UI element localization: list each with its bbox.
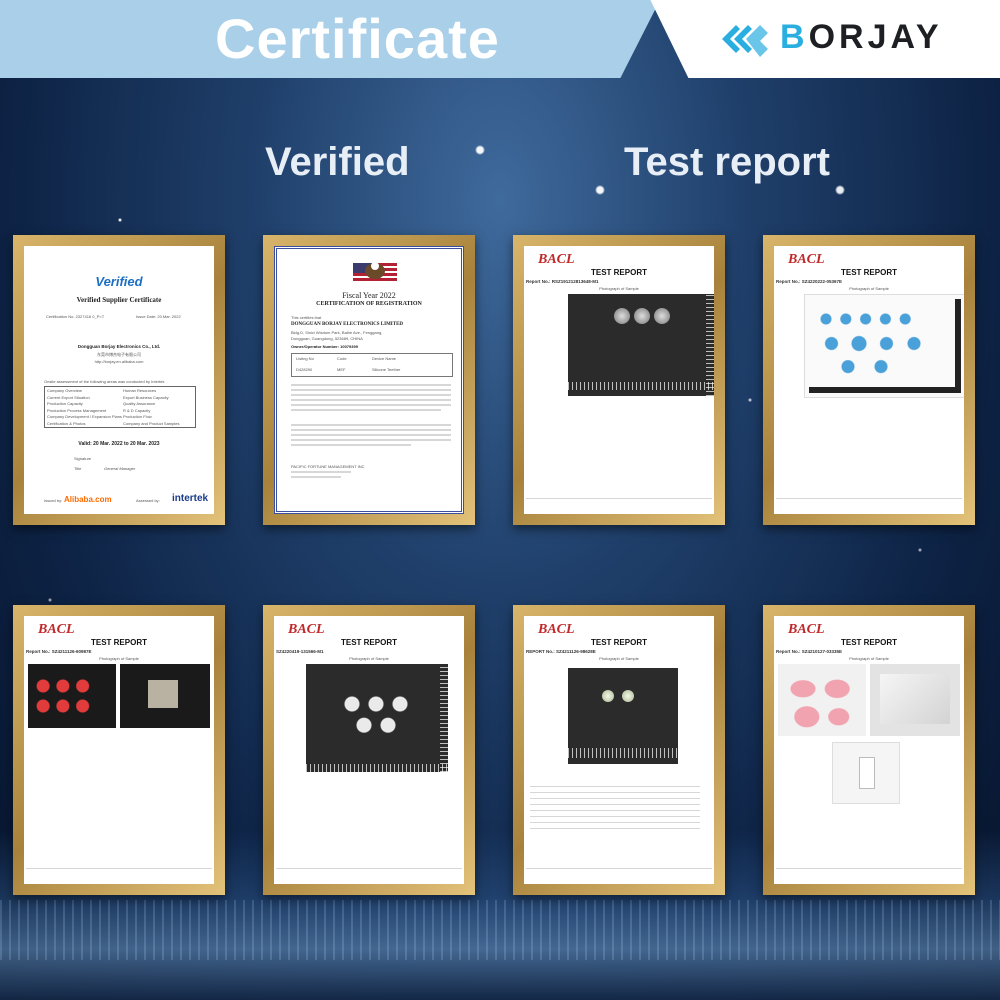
sample-photo [568,668,678,764]
sample-photo [804,294,964,398]
report-title: TEST REPORT [590,638,647,647]
issuer-name: PACIFIC FORTUNE MANAGEMENT INC [291,464,365,469]
areas-right-list: Human Resources Export Business Capacity… [123,388,180,426]
brand-logo: BORJAY [650,0,1000,78]
bacl-logo: BACL [538,252,575,267]
photo-caption: Photograph of Sample [849,656,889,661]
photo-caption: Photograph of Sample [599,286,639,291]
registrant-address-1: Bldg.D, Sinici Wisdom Park, Baihe Ave., … [291,330,383,335]
report-number: Report No.: SZ4210127-03335E [776,649,843,654]
sample-photo-bottom [832,742,900,804]
report-title: TEST REPORT [340,638,397,647]
report-number: Report No.: SZ4220222-05367E [776,279,843,284]
registrant-address-2: Dongguan, Guangdong, 523689, CHINA [291,336,363,341]
report-paper: BACL TEST REPORT Report No.: SZ4220222-0… [774,246,964,514]
areas-left-list: Company Overview Current Export Situatio… [47,388,122,426]
report-title: TEST REPORT [840,638,897,647]
intertek-logo: intertek [172,493,209,504]
section-label-verified: Verified [265,140,410,184]
title-value: General Manager [104,466,136,471]
report-title: TEST REPORT [840,268,897,277]
photo-caption: Photograph of Sample [349,656,389,661]
sample-photo-right [120,664,210,728]
test-report-frame-5: BACL TEST REPORT REPORT No.: SZ4211126-9… [513,605,725,895]
registration-title: CERTIFICATION OF REGISTRATION [316,301,422,307]
report-title: TEST REPORT [90,638,147,647]
certify-text: This certifies that [291,315,322,320]
bacl-logo: BACL [788,252,825,267]
photo-caption: Photograph of Sample [99,656,139,661]
section-label-test-report: Test report [624,140,830,184]
device-table: Listing No Code Device Name D428290 MEF … [291,353,453,377]
owner-number: Owner/Operator Number: 10079399 [291,344,358,349]
fiscal-year: Fiscal Year 2022 [342,291,396,300]
assessment-table: Company Overview Current Export Situatio… [44,386,196,428]
certificate-frame-verified-supplier: Verified Verified Supplier Certificate C… [13,235,225,525]
signature-label: Signature [74,456,92,461]
bacl-logo: BACL [788,622,825,637]
certificate-frame-fda-registration: Fiscal Year 2022 CERTIFICATION OF REGIST… [263,235,475,525]
assessment-note: Onsite assessment of the following areas… [44,379,165,384]
assessed-by-label: Assessed by: [136,498,160,503]
report-number: SZ4220419-131566-M1 [276,649,324,654]
company-name-cn: 东莞市博杰电子有限公司 [97,352,141,357]
title-label: Title [74,466,82,471]
bacl-logo: BACL [288,622,325,637]
sample-photo-left [28,664,116,728]
photo-caption: Photograph of Sample [599,656,639,661]
bacl-logo: BACL [538,622,575,637]
report-paper: BACL TEST REPORT Report No.: SZ4210127-0… [774,616,964,884]
bacl-logo: BACL [38,622,75,637]
logo-wordmark: BORJAY [780,18,943,56]
photo-caption: Photograph of Sample [849,286,889,291]
certificate-paper: Verified Verified Supplier Certificate C… [24,246,214,514]
sample-photo [306,664,448,772]
certificate-paper: Fiscal Year 2022 CERTIFICATION OF REGIST… [274,246,464,514]
test-report-frame-6: BACL TEST REPORT Report No.: SZ4210127-0… [763,605,975,895]
page-title: Certificate [215,7,500,70]
report-paper: BACL TEST REPORT REPORT No.: SZ4211126-9… [524,616,714,884]
test-report-frame-4: BACL TEST REPORT SZ4220419-131566-M1 Pho… [263,605,475,895]
report-number: Report No.: SZ4211126-60987E [26,649,92,654]
issued-by-label: Issued by: [44,498,63,503]
test-report-frame-2: BACL TEST REPORT Report No.: SZ4220222-0… [763,235,975,525]
issue-date: Issue Date: 20 Mar. 2022 [136,314,181,319]
report-number: REPORT No.: SZ4211126-98628E [526,649,596,654]
certificate-title: Verified Supplier Certificate [76,296,162,304]
sample-photo [568,294,714,396]
verified-brand: Verified [95,274,143,289]
report-paper: BACL TEST REPORT SZ4220419-131566-M1 Pho… [274,616,464,884]
registrant-company: DONGGUAN BORJAY ELECTRONICS LIMITED [291,322,404,327]
valid-period: Valid: 20 Mar. 2022 to 20 Mar. 2023 [78,441,160,447]
company-website: http://borjay.en.alibaba.com [94,359,144,364]
test-report-frame-1: BACL TEST REPORT Report No.: RSZ19121281… [513,235,725,525]
sample-photo-right [870,664,960,736]
eagle-flag-icon [353,262,397,281]
certification-no: Certification No. 2327416 0_P=T [46,314,105,319]
report-paper: BACL TEST REPORT Report No.: SZ4211126-6… [24,616,214,884]
report-title: TEST REPORT [590,268,647,277]
sample-photo-left [778,664,866,736]
header-banner-content: Certificate [0,0,610,78]
report-paper: BACL TEST REPORT Report No.: RSZ19121281… [524,246,714,514]
alibaba-logo: Alibaba.com [64,495,112,504]
report-number: Report No.: RSZ191212813648-M1 [526,279,599,284]
test-report-frame-3: BACL TEST REPORT Report No.: SZ4211126-6… [13,605,225,895]
logo-mark-icon [722,25,768,57]
company-name: Dongguan Borjay Electronics Co., Ltd. [77,344,161,349]
